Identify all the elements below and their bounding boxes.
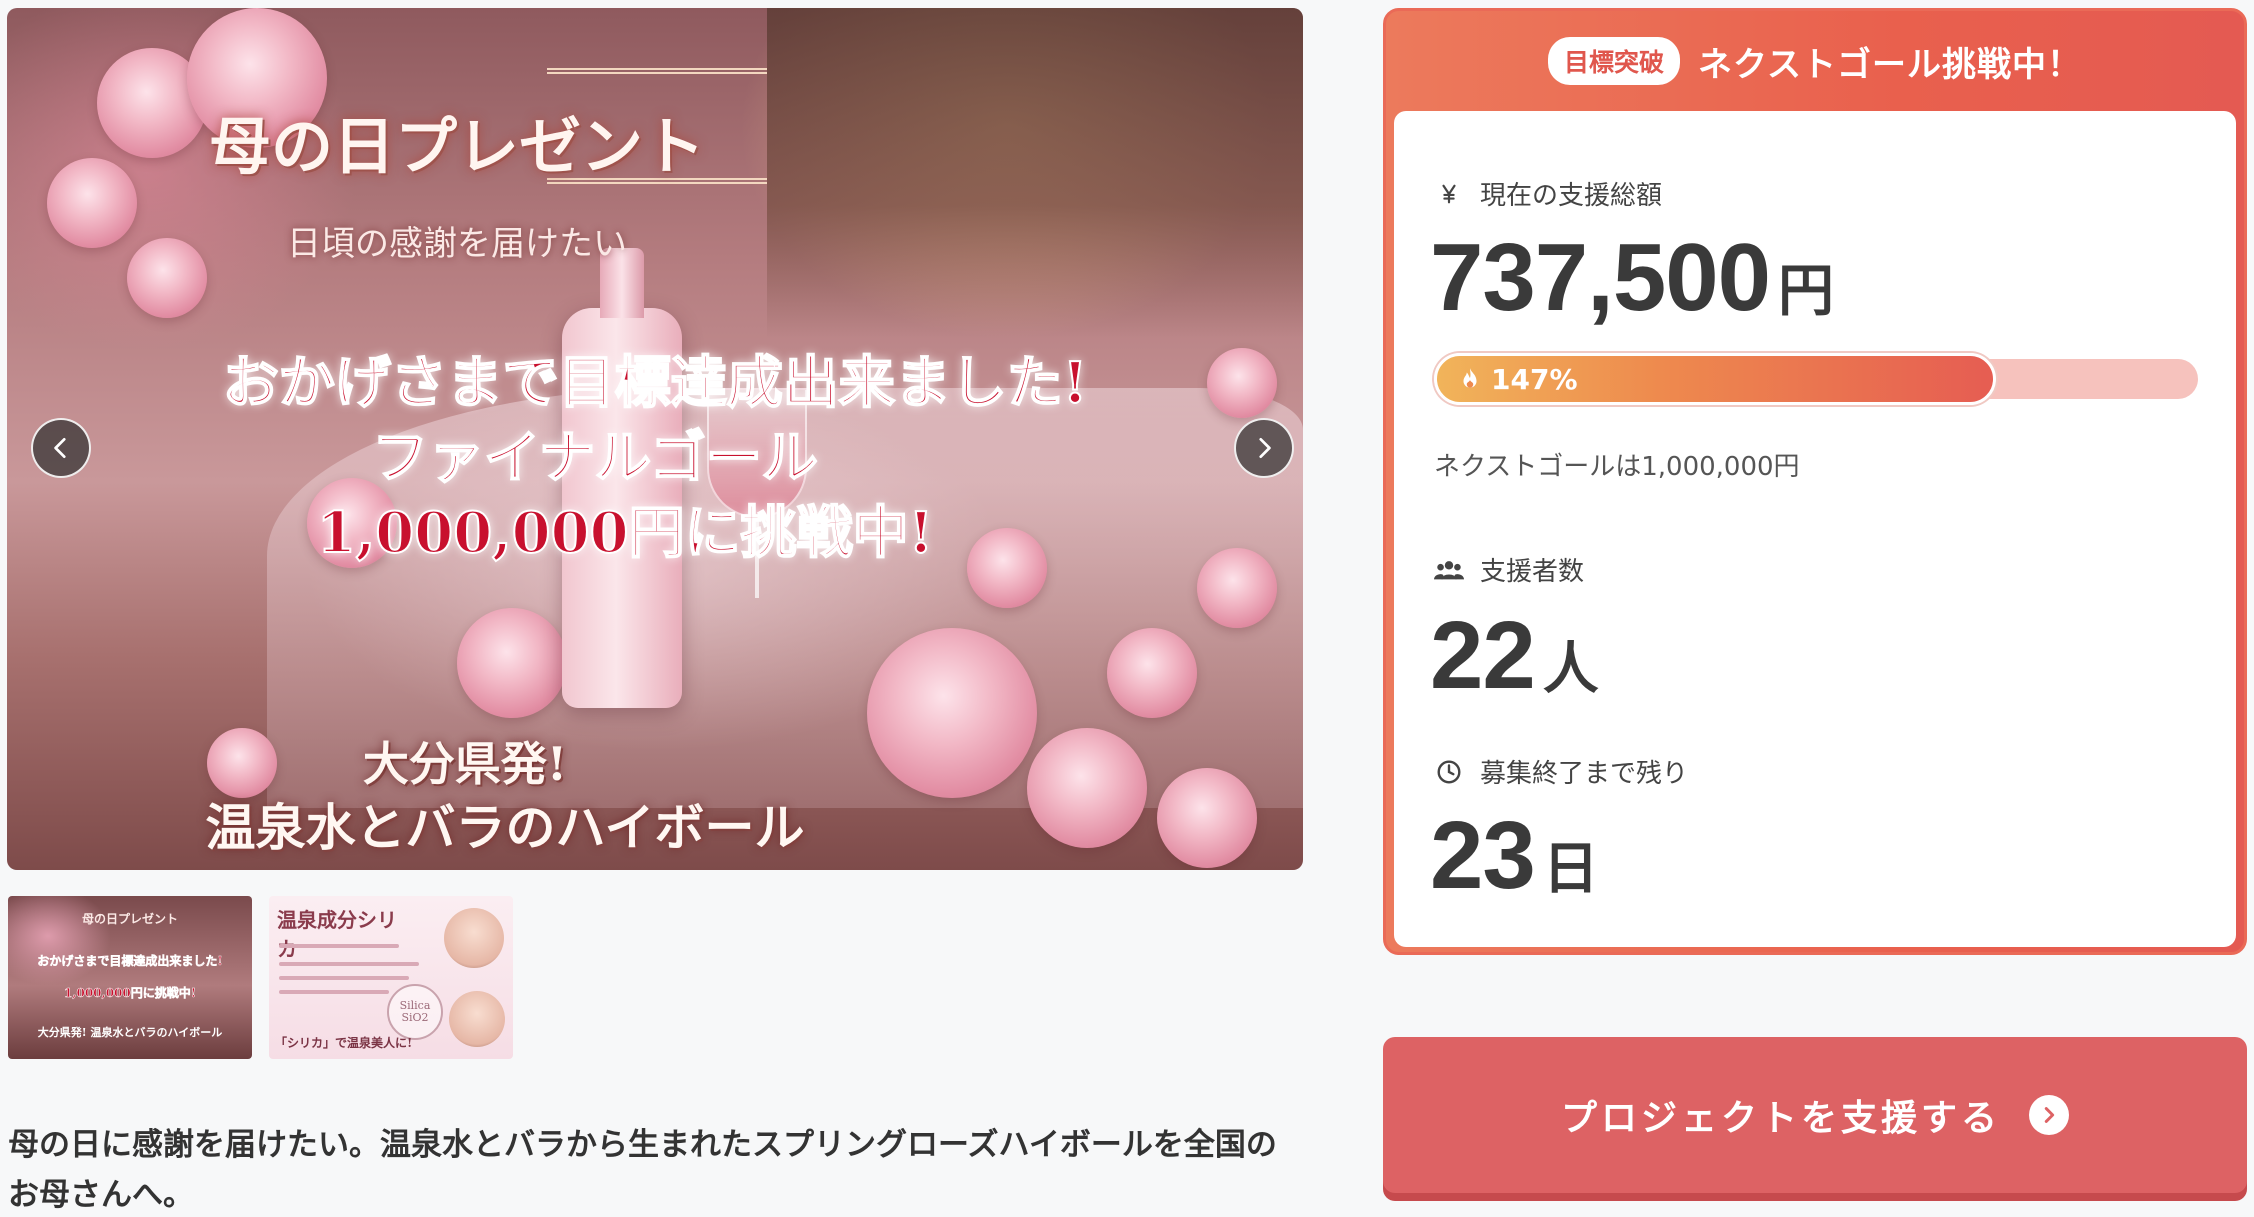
goal-exceeded-badge: 目標突破 bbox=[1548, 37, 1681, 85]
thumbnail-1[interactable]: 母の日プレゼント おかげさまで目標達成出来ました! 1,000,000円に挑戦中… bbox=[8, 896, 252, 1059]
hero-headline-2: ファイナルゴール bbox=[371, 424, 819, 492]
people-icon bbox=[1434, 555, 1464, 585]
hero-title: 母の日プレゼント bbox=[208, 110, 705, 183]
carousel-next-button[interactable] bbox=[1234, 418, 1294, 478]
portrait-image bbox=[444, 908, 504, 968]
card-title: ネクストゴール挑戦中！ bbox=[1698, 44, 2082, 85]
support-project-label: プロジェクトを支援する bbox=[1560, 1098, 2001, 1139]
funding-status-card: 目標突破 ネクストゴール挑戦中！ 現在の支援総額 737,500 円 147% … bbox=[1383, 8, 2247, 955]
thumbnail-caption: 「シリカ」で温泉美人に! bbox=[275, 1036, 413, 1050]
remaining-days-value: 23 bbox=[1430, 802, 1536, 909]
remaining-days: 23 日 bbox=[1430, 801, 1599, 911]
project-description: 母の日に感謝を届けたい。温泉水とバラから生まれたスプリングローズハイボールを全国… bbox=[8, 1127, 1277, 1213]
total-amount: 737,500 円 bbox=[1430, 223, 1834, 333]
portrait-image bbox=[449, 991, 505, 1047]
supporters-label: 支援者数 bbox=[1434, 551, 1584, 588]
text-line-decoration bbox=[279, 962, 419, 966]
thumbnail-heading: 温泉成分シリカ bbox=[277, 908, 397, 961]
supporters-unit: 人 bbox=[1542, 637, 1599, 700]
hero-origin: 大分県発! bbox=[362, 737, 568, 791]
total-amount-label-text: 現在の支援総額 bbox=[1480, 181, 1663, 211]
hero-product: 温泉水とバラのハイボール bbox=[205, 798, 805, 857]
card-header: 目標突破 ネクストゴール挑戦中！ bbox=[1386, 11, 2244, 111]
text-line-decoration bbox=[279, 976, 409, 980]
remaining-days-unit: 日 bbox=[1542, 837, 1599, 900]
thumbnail-text: おかげさまで目標達成出来ました! bbox=[37, 954, 223, 969]
support-project-button[interactable]: プロジェクトを支援する bbox=[1383, 1037, 2247, 1193]
next-goal-text: ネクストゴールは1,000,000円 bbox=[1434, 452, 1800, 482]
rose-decoration bbox=[1107, 628, 1197, 718]
arrow-circle-right-icon bbox=[2029, 1095, 2069, 1135]
rose-decoration bbox=[1157, 768, 1257, 868]
text-line-decoration bbox=[279, 990, 389, 994]
ornament-divider bbox=[547, 68, 767, 74]
thumbnail-2[interactable]: 温泉成分シリカ Silica SiO2 「シリカ」で温泉美人に! bbox=[269, 896, 513, 1059]
hero-subtitle: 日頃の感謝を届けたい bbox=[287, 224, 627, 264]
progress-bar: 147% bbox=[1434, 353, 2198, 405]
clock-icon bbox=[1434, 757, 1464, 787]
hero-image: 母の日プレゼント 日頃の感謝を届けたい おかげさまで目標達成出来ました! ファイ… bbox=[7, 8, 1303, 870]
card-body: 現在の支援総額 737,500 円 147% ネクストゴールは1,000,000… bbox=[1394, 111, 2236, 947]
supporters-value: 22 bbox=[1430, 602, 1536, 709]
yen-icon bbox=[1434, 179, 1464, 209]
rose-decoration bbox=[47, 158, 137, 248]
chevron-right-icon bbox=[1259, 437, 1271, 459]
carousel-prev-button[interactable] bbox=[31, 418, 91, 478]
supporters-label-text: 支援者数 bbox=[1480, 557, 1585, 587]
hero-roof-decoration bbox=[767, 8, 1303, 338]
text-line-decoration bbox=[279, 944, 399, 948]
thumbnail-text: 母の日プレゼント bbox=[81, 912, 178, 926]
thumbnail-text: 1,000,000円に挑戦中! bbox=[63, 986, 197, 1001]
total-amount-unit: 円 bbox=[1778, 259, 1835, 322]
hero-headline-1: おかげさまで目標達成出来ました! bbox=[222, 349, 1089, 417]
fire-icon bbox=[1463, 368, 1477, 388]
remaining-days-label-text: 募集終了まで残り bbox=[1480, 759, 1689, 789]
total-amount-value: 737,500 bbox=[1430, 224, 1771, 331]
silica-seal: Silica SiO2 bbox=[387, 984, 443, 1040]
thumbnail-text: 大分県発! 温泉水とバラのハイボール bbox=[37, 1026, 223, 1039]
progress-percent: 147% bbox=[1491, 362, 1578, 396]
rose-decoration bbox=[457, 608, 567, 718]
supporters-count: 22 人 bbox=[1430, 601, 1599, 711]
total-amount-label: 現在の支援総額 bbox=[1434, 175, 1662, 212]
remaining-days-label: 募集終了まで残り bbox=[1434, 753, 1688, 790]
hero-headline-3: 1,000,000円に挑戦中! bbox=[316, 499, 934, 567]
progress-fill: 147% bbox=[1434, 353, 1996, 405]
chevron-left-icon bbox=[54, 437, 66, 459]
